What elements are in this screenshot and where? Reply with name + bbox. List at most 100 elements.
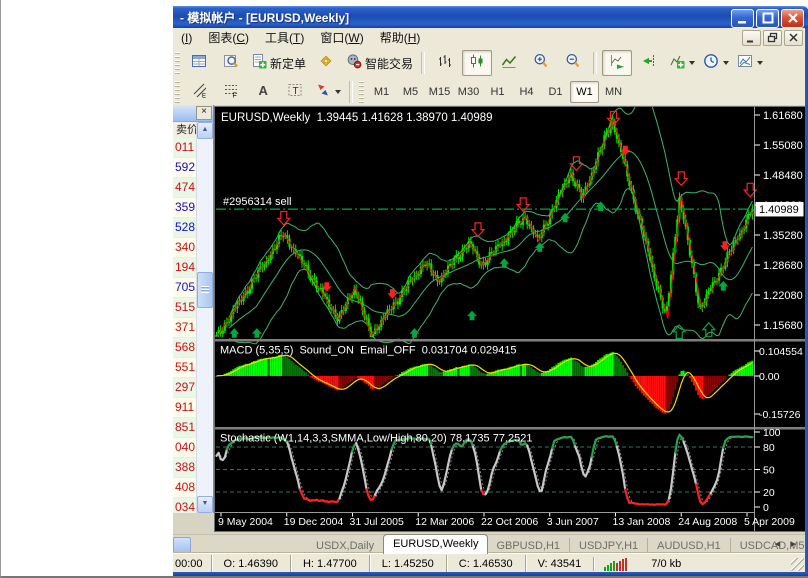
- periods-icon: [703, 53, 719, 74]
- menu-item-0[interactable]: (I): [173, 29, 200, 47]
- text-label-button[interactable]: T: [280, 81, 310, 103]
- date-tick-label: 3 Jun 2007: [547, 516, 599, 528]
- market-watch-row[interactable]: 515: [173, 298, 197, 318]
- line-chart-button[interactable]: [494, 50, 524, 76]
- text-icon: A: [255, 82, 271, 103]
- timeframe-m15[interactable]: M15: [425, 81, 454, 103]
- chart-tabs: USDX,Daily EURUSD,Weekly GBPUSD,H1 USDJPY,H…: [307, 534, 808, 554]
- timeframe-d1[interactable]: D1: [541, 81, 570, 103]
- workspace: × 卖价 011 592 474 359 528 340 194 705 515 371 568 55…: [173, 105, 806, 534]
- timeframe-h4[interactable]: H4: [512, 81, 541, 103]
- market-watch-row[interactable]: 474: [173, 178, 197, 198]
- auto-scroll-button[interactable]: [602, 50, 633, 76]
- quote-value: 359: [175, 200, 196, 214]
- date-tick-label: 19 Dec 2004: [284, 516, 344, 528]
- fibonacci-button[interactable]: F: [216, 81, 246, 103]
- status-field-1: O: 1.46390: [210, 554, 290, 573]
- chart-shift-button[interactable]: [634, 50, 664, 76]
- date-tick-label: 24 Aug 2008: [678, 516, 737, 528]
- navigator-button[interactable]: [216, 50, 246, 76]
- toolbar-drag-handle[interactable]: [359, 81, 364, 103]
- scrollbar-thumb[interactable]: [197, 272, 213, 308]
- toolbar-drag-handle[interactable]: [175, 81, 180, 103]
- indicators-button[interactable]: [666, 50, 698, 76]
- market-watch-row[interactable]: 568: [173, 338, 197, 358]
- toolbar-drag-handle[interactable]: [175, 52, 180, 74]
- maximize-icon[interactable]: [756, 9, 779, 28]
- zoom-in-button[interactable]: [526, 50, 556, 76]
- close-icon[interactable]: [781, 9, 804, 28]
- tab-scroll-left-icon[interactable]: ◀: [771, 538, 784, 551]
- titlebar[interactable]: - 模拟帐户 - [EURUSD,Weekly]: [173, 6, 808, 28]
- market-watch-row[interactable]: 388: [173, 458, 197, 478]
- market-watch-row[interactable]: 408: [173, 478, 197, 498]
- equidistant-channel-button[interactable]: E: [184, 81, 214, 103]
- timeframe-m30[interactable]: M30: [454, 81, 483, 103]
- menu-item-3[interactable]: 窗口(W): [312, 29, 371, 47]
- chart-tab-usdjpy[interactable]: USDJPY,H1: [570, 538, 649, 554]
- candlestick-chart-icon: [469, 53, 485, 74]
- market-watch-row[interactable]: 551: [173, 358, 197, 378]
- market-watch-row[interactable]: 851: [173, 418, 197, 438]
- timeframe-m1[interactable]: M1: [367, 81, 396, 103]
- market-watch-button[interactable]: [184, 50, 214, 76]
- menu-item-2[interactable]: 工具(T): [257, 29, 312, 47]
- timeframe-mn[interactable]: MN: [599, 81, 628, 103]
- tab-scroll-right-icon[interactable]: ▶: [787, 538, 800, 551]
- zoom-out-button[interactable]: [558, 50, 588, 76]
- scroll-up-icon[interactable]: ▲: [197, 122, 213, 139]
- mdi-minimize-icon[interactable]: [742, 29, 761, 46]
- metaeditor-icon: [318, 53, 334, 74]
- text-button[interactable]: A: [248, 81, 278, 103]
- quote-value: 297: [175, 380, 196, 394]
- market-watch-row[interactable]: 528: [173, 218, 197, 238]
- minimize-icon[interactable]: [731, 9, 754, 28]
- market-watch-row[interactable]: 592: [173, 158, 197, 178]
- panel-headers: EURUSD,Weekly 1.39445 1.41628 1.38970 1.…: [220, 112, 532, 445]
- market-watch-row[interactable]: 297: [173, 378, 197, 398]
- market-watch-row[interactable]: 340: [173, 238, 197, 258]
- scroll-down-icon[interactable]: ▼: [197, 496, 213, 513]
- menu-item-4[interactable]: 帮助(H): [372, 29, 429, 47]
- periods-button[interactable]: [700, 50, 732, 76]
- menu-item-1[interactable]: 图表(C): [200, 29, 257, 47]
- market-watch-titlebar[interactable]: ×: [173, 105, 213, 122]
- chart-tab-gbpusd[interactable]: GBPUSD,H1: [487, 538, 571, 554]
- chart-tab-eurusd[interactable]: EURUSD,Weekly: [383, 534, 489, 554]
- candlestick-chart-button[interactable]: [462, 50, 493, 76]
- expert-advisors-button[interactable]: 智能交易: [343, 50, 416, 76]
- market-watch-close-icon[interactable]: ×: [196, 106, 212, 120]
- chart-title: EURUSD,Weekly 1.39445 1.41628 1.38970 1.…: [221, 112, 493, 124]
- chart-window[interactable]: #2956314 sell1.616801.550801.484801.4188…: [214, 106, 806, 532]
- new-order-button[interactable]: 新定单: [248, 50, 309, 76]
- mdi-controls: [742, 29, 805, 46]
- arrows-button[interactable]: [312, 81, 344, 103]
- timeframe-h1[interactable]: H1: [483, 81, 512, 103]
- metaeditor-button[interactable]: [311, 50, 341, 76]
- market-watch-scrollbar[interactable]: ▲ ▼: [196, 122, 213, 513]
- market-watch-row[interactable]: 359: [173, 198, 197, 218]
- price-tick-label: 1.55080: [763, 140, 803, 152]
- chart-tab-usdx[interactable]: USDX,Daily: [307, 538, 385, 554]
- market-watch-row[interactable]: 034: [173, 498, 197, 513]
- sell-arrows: [276, 110, 758, 299]
- mdi-close-icon[interactable]: [784, 29, 803, 46]
- bar-chart-button[interactable]: [430, 50, 460, 76]
- market-watch-row[interactable]: 194: [173, 258, 197, 278]
- chart-canvas[interactable]: #2956314 sell1.616801.550801.484801.4188…: [215, 107, 805, 531]
- resize-grip[interactable]: [791, 558, 804, 571]
- timeframe-m5[interactable]: M5: [396, 81, 425, 103]
- status-field-2: H: 1.47700: [289, 554, 369, 573]
- chart-tab-audusd[interactable]: AUDUSD,H1: [648, 538, 731, 554]
- stochastic-axis: 100 80 50 20 0: [754, 427, 781, 514]
- market-watch-row[interactable]: 040: [173, 438, 197, 458]
- market-watch-row[interactable]: 371: [173, 318, 197, 338]
- market-watch-row[interactable]: 705: [173, 278, 197, 298]
- date-tick-label: 31 Jul 2005: [350, 516, 404, 528]
- templates-button[interactable]: [734, 50, 766, 76]
- market-watch-row[interactable]: 911: [173, 398, 197, 418]
- market-watch-row[interactable]: 011: [173, 138, 197, 158]
- mdi-restore-icon[interactable]: [763, 29, 782, 46]
- indicators-icon: [669, 53, 685, 74]
- timeframe-w1[interactable]: W1: [570, 81, 599, 103]
